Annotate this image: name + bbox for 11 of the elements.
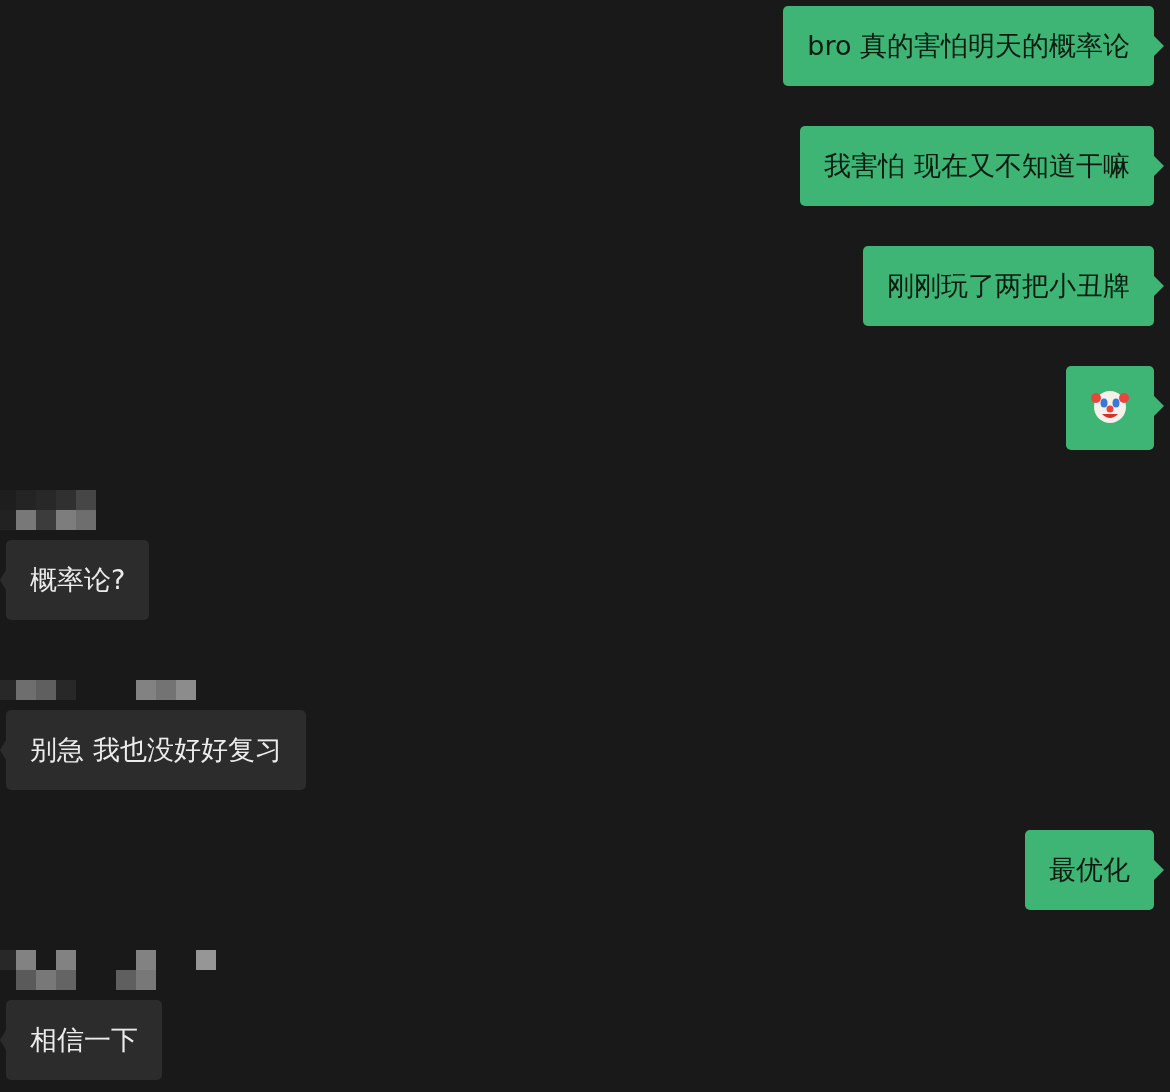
- message-bubble: 最优化: [1025, 830, 1154, 910]
- message-bubble: 我害怕 现在又不知道干嘛: [800, 126, 1154, 206]
- message-bubble: 刚刚玩了两把小丑牌: [863, 246, 1154, 326]
- message-bubble: 概率论?: [6, 540, 150, 620]
- bubble-tail: [1154, 276, 1164, 296]
- bubble-tail: [1154, 860, 1164, 880]
- message-bubble: bro 真的害怕明天的概率论: [783, 6, 1154, 86]
- message-bubble: 相信一下: [6, 1000, 162, 1080]
- message-bubble: 别急 我也没好好复习: [6, 710, 306, 790]
- bubble-tail: [1154, 156, 1164, 176]
- bubble-tail: [1154, 36, 1164, 56]
